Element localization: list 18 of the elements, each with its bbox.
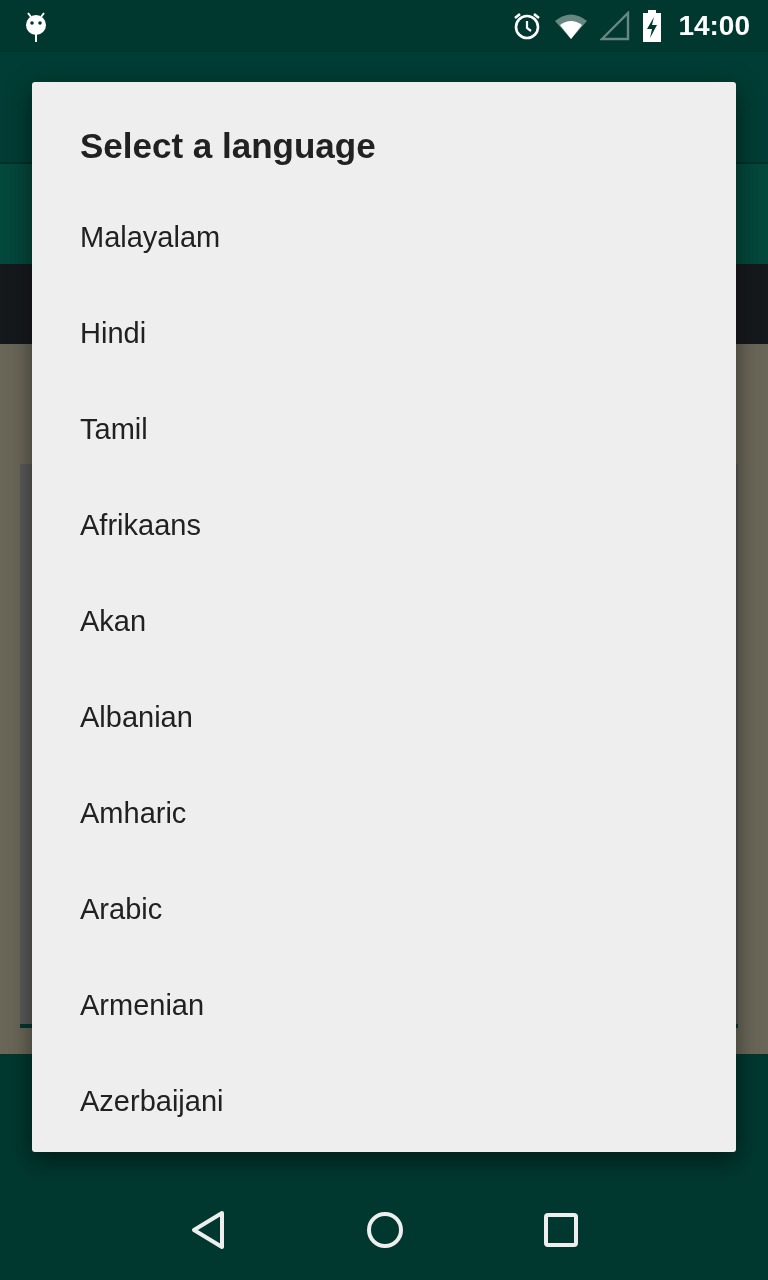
language-option[interactable]: Armenian <box>32 957 736 1053</box>
language-option[interactable]: Afrikaans <box>32 477 736 573</box>
wifi-icon <box>554 12 589 40</box>
home-icon[interactable] <box>366 1211 404 1249</box>
recents-icon[interactable] <box>544 1213 578 1247</box>
language-option[interactable]: Albanian <box>32 669 736 765</box>
language-option[interactable]: Arabic <box>32 861 736 957</box>
battery-charging-icon <box>642 10 663 42</box>
language-option[interactable]: Tamil <box>32 381 736 477</box>
dialog-title: Select a language <box>79 125 377 167</box>
back-icon[interactable] <box>190 1210 226 1250</box>
language-option[interactable]: Azerbaijani <box>32 1053 736 1149</box>
language-option[interactable]: Hindi <box>32 285 736 381</box>
signal-icon <box>600 11 631 41</box>
language-option[interactable]: Amharic <box>32 765 736 861</box>
language-option[interactable]: Akan <box>32 573 736 669</box>
language-option[interactable]: Malayalam <box>32 189 736 285</box>
clock-time: 14:00 <box>678 10 750 42</box>
